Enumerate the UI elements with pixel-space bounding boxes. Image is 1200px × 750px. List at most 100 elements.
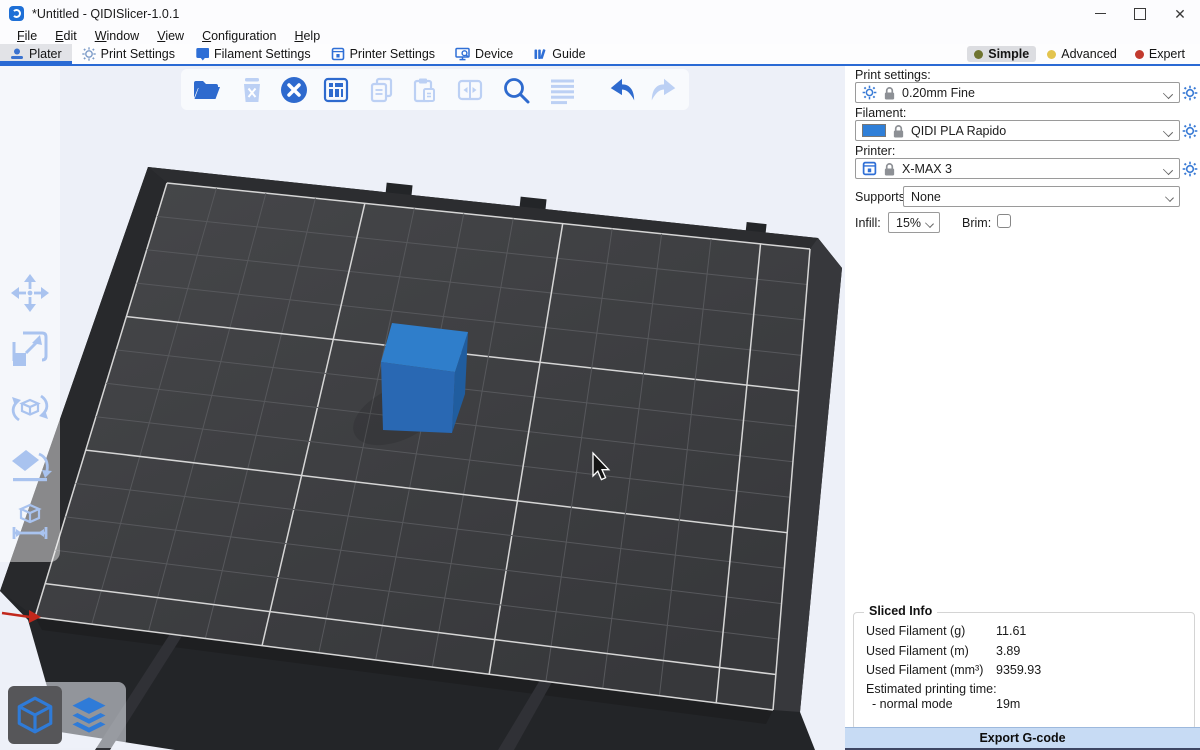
- print-settings-dropdown[interactable]: 0.20mm Fine: [855, 82, 1180, 103]
- chevron-down-icon: [1165, 193, 1174, 202]
- 3d-viewport[interactable]: [0, 66, 845, 750]
- printer-value: X-MAX 3: [902, 162, 952, 176]
- edit-printer-button[interactable]: [1182, 161, 1198, 177]
- title-bar: *Untitled - QIDISlicer-1.0.1 ✕: [0, 0, 1200, 27]
- menu-help[interactable]: Help: [285, 29, 329, 43]
- place-on-face-tool-button[interactable]: [8, 444, 52, 488]
- mode-expert[interactable]: Expert: [1128, 46, 1192, 62]
- undo-arrow-icon: [607, 75, 637, 105]
- supports-dropdown[interactable]: None: [903, 186, 1180, 207]
- scale-icon: [9, 328, 51, 370]
- redo-arrow-icon: [649, 75, 679, 105]
- menu-view[interactable]: View: [148, 29, 193, 43]
- delete-button[interactable]: [237, 75, 267, 105]
- chevron-down-icon: [925, 219, 934, 228]
- left-toolbar: [0, 66, 60, 562]
- open-project-button[interactable]: [191, 75, 221, 105]
- undo-button[interactable]: [607, 75, 637, 105]
- copy-icon: [367, 75, 397, 105]
- redo-button[interactable]: [649, 75, 679, 105]
- printer-label: Printer:: [855, 144, 895, 158]
- top-toolbar: [181, 69, 689, 110]
- window-title: *Untitled - QIDISlicer-1.0.1: [32, 7, 179, 21]
- qidislicer-window: { "window": { "title": "*Untitled - QIDI…: [0, 0, 1200, 750]
- simple-mode-dot-icon: [974, 50, 983, 59]
- print-settings-label: Print settings:: [855, 68, 931, 82]
- edit-filament-button[interactable]: [1182, 123, 1198, 139]
- filament-label: Filament:: [855, 106, 906, 120]
- delete-all-button[interactable]: [279, 75, 309, 105]
- model-cube-front-face[interactable]: [381, 362, 455, 433]
- split-objects-button[interactable]: [455, 75, 485, 105]
- brim-label: Brim:: [962, 216, 991, 230]
- measure-icon: [8, 499, 52, 543]
- settings-sidebar: Print settings: 0.20mm Fine: [845, 66, 1200, 748]
- tab-print-settings[interactable]: Print Settings: [72, 44, 185, 64]
- menu-configuration[interactable]: Configuration: [193, 29, 285, 43]
- window-controls: ✕: [1080, 0, 1200, 27]
- tab-printer-settings[interactable]: Printer Settings: [321, 44, 445, 64]
- export-gcode-button[interactable]: Export G-code: [845, 727, 1200, 748]
- variable-layer-height-button[interactable]: [547, 75, 577, 105]
- sliced-info-time-label-row: Estimated printing time:: [866, 682, 1184, 696]
- move-tool-button[interactable]: [8, 271, 52, 315]
- tab-label: Printer Settings: [350, 47, 435, 61]
- close-button[interactable]: ✕: [1160, 0, 1200, 27]
- sliced-info-row: - normal mode 19m: [866, 697, 1184, 711]
- rotate-tool-button[interactable]: [8, 386, 52, 430]
- gear-icon: [862, 85, 877, 100]
- row-label: Used Filament (m): [866, 644, 996, 658]
- row-value: 11.61: [996, 624, 1026, 638]
- chevron-down-icon: [1163, 127, 1173, 137]
- arrange-icon: [321, 75, 351, 105]
- tab-plater[interactable]: Plater: [0, 44, 72, 64]
- search-button[interactable]: [501, 75, 531, 105]
- tab-guide[interactable]: Guide: [523, 44, 595, 64]
- row-value: 9359.93: [996, 663, 1041, 677]
- brim-checkbox[interactable]: [997, 214, 1011, 228]
- tab-bar: Plater Print Settings Fi: [0, 44, 1200, 66]
- menu-window[interactable]: Window: [86, 29, 148, 43]
- tab-label: Device: [475, 47, 513, 61]
- minimize-icon: [1095, 13, 1106, 15]
- menu-bar: File Edit Window View Configuration Help: [0, 27, 1200, 44]
- scale-tool-button[interactable]: [8, 327, 52, 371]
- rotate-icon: [8, 386, 52, 430]
- maximize-icon: [1134, 8, 1146, 20]
- move-icon: [9, 272, 51, 314]
- mode-selector: Simple Advanced Expert: [967, 44, 1200, 64]
- filament-value: QIDI PLA Rapido: [911, 124, 1006, 138]
- chevron-down-icon: [1163, 89, 1173, 99]
- infill-dropdown[interactable]: 15%: [888, 212, 940, 233]
- guide-books-icon: [533, 47, 547, 61]
- mode-advanced[interactable]: Advanced: [1040, 46, 1124, 62]
- menu-edit[interactable]: Edit: [46, 29, 86, 43]
- sliced-info-row: Used Filament (mm³) 9359.93: [866, 663, 1184, 677]
- tab-device[interactable]: Device: [445, 44, 523, 64]
- printer-dropdown[interactable]: X-MAX 3: [855, 158, 1180, 179]
- row-value: 19m: [996, 697, 1020, 711]
- tab-filament-settings[interactable]: Filament Settings: [185, 44, 321, 64]
- chevron-down-icon: [1163, 165, 1173, 175]
- maximize-button[interactable]: [1120, 0, 1160, 27]
- preview-view-button[interactable]: [62, 686, 116, 744]
- mode-simple[interactable]: Simple: [967, 46, 1036, 62]
- lock-icon: [883, 162, 896, 176]
- minimize-button[interactable]: [1080, 0, 1120, 27]
- device-monitor-icon: [455, 47, 470, 61]
- mode-label: Advanced: [1061, 47, 1117, 61]
- filament-dropdown[interactable]: QIDI PLA Rapido: [855, 120, 1180, 141]
- lock-icon: [883, 86, 896, 100]
- paste-button[interactable]: [409, 75, 439, 105]
- edit-print-settings-button[interactable]: [1182, 85, 1198, 101]
- tab-label: Print Settings: [101, 47, 175, 61]
- measure-tool-button[interactable]: [8, 499, 52, 543]
- copy-button[interactable]: [367, 75, 397, 105]
- arrange-button[interactable]: [321, 75, 351, 105]
- trash-delete-icon: [238, 75, 266, 105]
- 3d-editor-view-button[interactable]: [8, 686, 62, 744]
- supports-value: None: [911, 190, 941, 204]
- layer-list-icon: [547, 75, 577, 105]
- tab-label: Guide: [552, 47, 585, 61]
- menu-file[interactable]: File: [8, 29, 46, 43]
